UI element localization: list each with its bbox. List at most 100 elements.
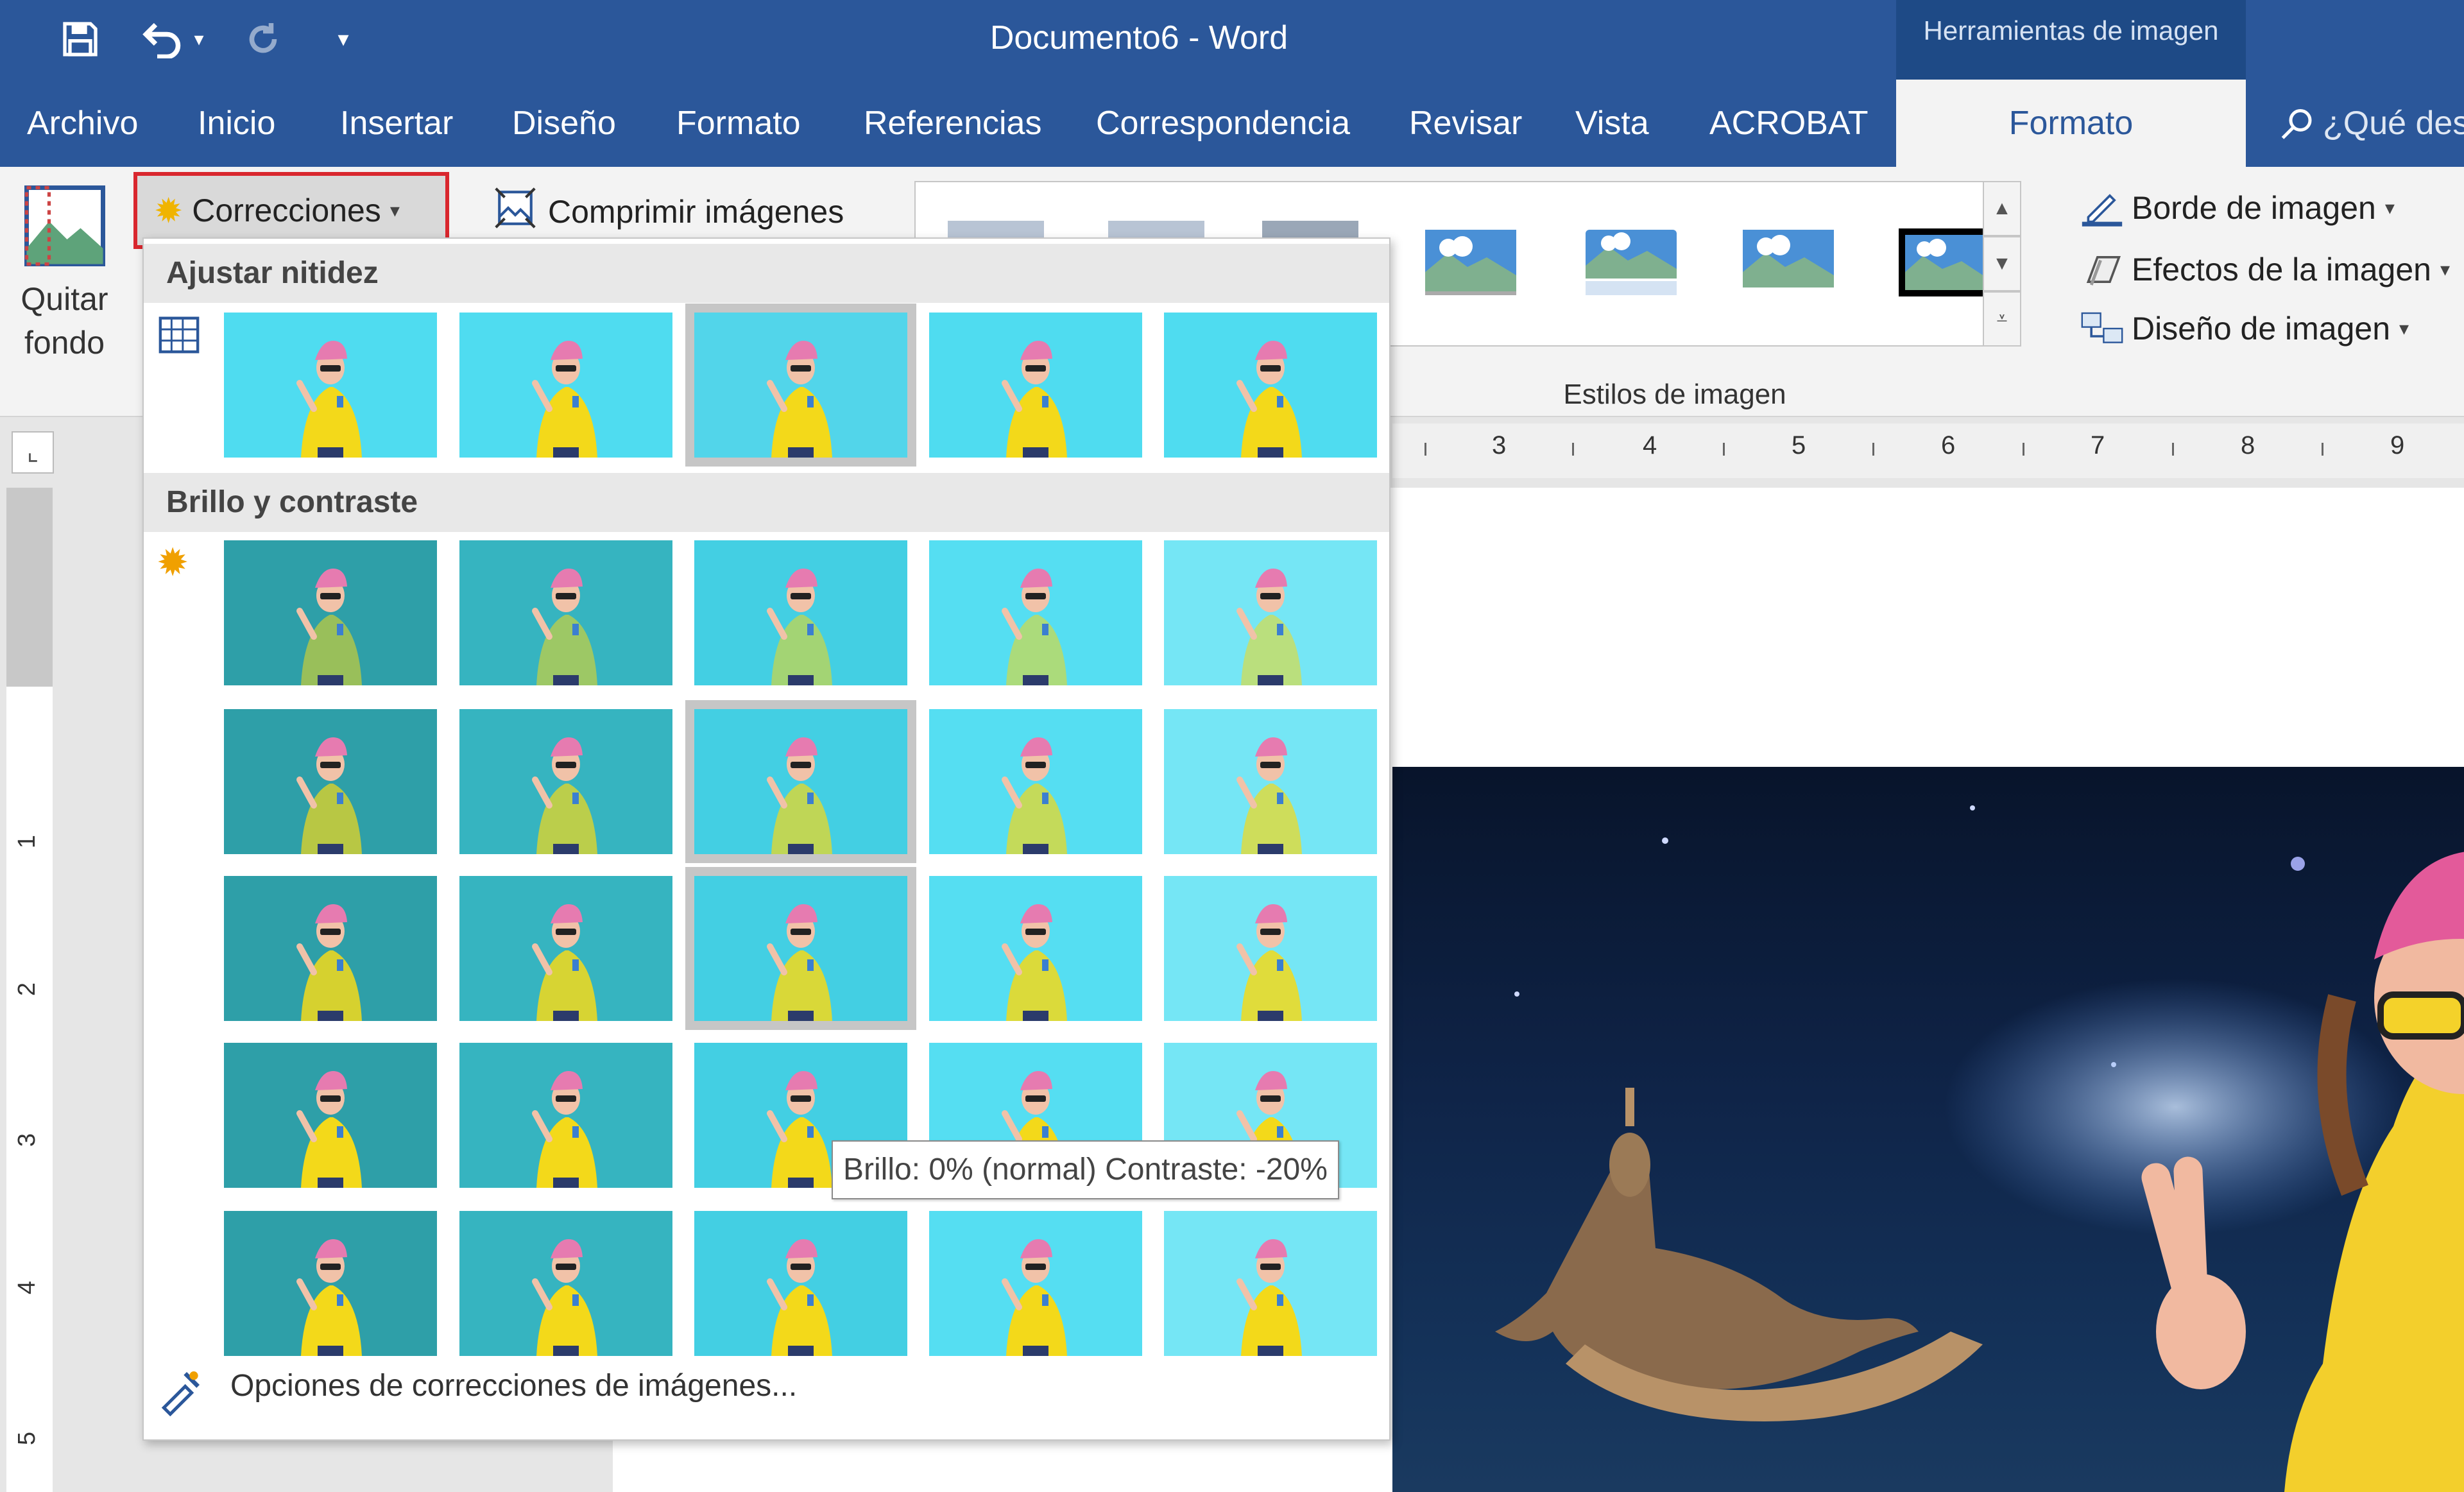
- correction-preset-thumb[interactable]: [224, 876, 437, 1021]
- correction-preset-thumb[interactable]: [224, 1211, 437, 1356]
- correction-preset-thumb[interactable]: [694, 540, 907, 685]
- layout-icon: [2079, 309, 2125, 348]
- correction-preset-thumb[interactable]: [459, 313, 672, 458]
- preset-preview-image: [694, 540, 907, 685]
- sun-icon: ✹: [154, 191, 184, 230]
- ruler-number: 6: [1941, 431, 1956, 459]
- correction-preset-thumb[interactable]: [459, 709, 672, 854]
- correction-preset-thumb[interactable]: [685, 304, 916, 467]
- vertical-ruler-margin: [6, 488, 53, 687]
- correction-preset-thumb[interactable]: [224, 709, 437, 854]
- correction-preset-thumb[interactable]: [459, 1043, 672, 1188]
- search-icon: [2278, 80, 2323, 167]
- document-picture[interactable]: [1392, 767, 2464, 1492]
- correction-preset-thumb[interactable]: [929, 313, 1142, 458]
- correction-preset-thumb[interactable]: [929, 1211, 1142, 1356]
- tab-revisar[interactable]: Revisar: [1409, 80, 1522, 167]
- picture-layout-button[interactable]: Diseño de imagen ▾: [2079, 302, 2409, 356]
- preset-preview-image: [929, 1211, 1142, 1356]
- correction-preset-thumb[interactable]: [929, 540, 1142, 685]
- ruler-tick: [1723, 443, 1725, 456]
- ruler-tick: [2322, 443, 2323, 456]
- redo-icon[interactable]: [234, 10, 292, 68]
- tab-vista[interactable]: Vista: [1575, 80, 1649, 167]
- ribbon-tabs: Archivo Inicio Insertar Diseño Formato R…: [0, 80, 2464, 167]
- preset-preview-image: [1164, 313, 1377, 458]
- picture-style-thumb[interactable]: [1423, 227, 1519, 298]
- correction-preset-thumb[interactable]: [1164, 1211, 1377, 1356]
- undo-dropdown-icon[interactable]: ▾: [183, 10, 215, 68]
- tell-me-search[interactable]: ¿Qué desea hacer?: [2278, 80, 2464, 167]
- preset-preview-image: [1164, 876, 1377, 1021]
- customize-qat-icon[interactable]: ▾: [314, 10, 372, 68]
- compress-pictures-button[interactable]: Comprimir imágenes: [494, 180, 879, 244]
- remove-background-label-2: fondo: [24, 325, 105, 361]
- tab-formato[interactable]: Formato: [676, 80, 801, 167]
- tab-referencias[interactable]: Referencias: [864, 80, 1041, 167]
- ruler-number: 7: [2091, 431, 2105, 459]
- preset-preview-image: [459, 540, 672, 685]
- preset-preview-image: [1164, 709, 1377, 854]
- tab-inicio[interactable]: Inicio: [198, 80, 275, 167]
- picture-style-thumb[interactable]: [1897, 227, 1994, 298]
- preset-preview-image: [459, 709, 672, 854]
- gallery-scroll-down[interactable]: ▼: [1983, 236, 2021, 291]
- sharpen-section-header: Ajustar nitidez: [144, 244, 1389, 303]
- ruler-number: 5: [13, 1431, 41, 1446]
- correction-preset-thumb[interactable]: [224, 1043, 437, 1188]
- gallery-scroll-up[interactable]: ▲: [1983, 181, 2021, 236]
- preset-preview-image: [459, 313, 672, 458]
- correction-preset-thumb[interactable]: [1164, 709, 1377, 854]
- picture-corrections-options-link[interactable]: Opciones de correcciones de imágenes...: [230, 1368, 797, 1403]
- preset-preview-image: [694, 1211, 907, 1356]
- correction-preset-thumb[interactable]: [1164, 540, 1377, 685]
- correction-preset-thumb[interactable]: [1164, 313, 1377, 458]
- brightness-section-header: Brillo y contraste: [144, 473, 1389, 532]
- tab-correspondencia[interactable]: Correspondencia: [1096, 80, 1350, 167]
- corrections-label: Correcciones: [192, 193, 381, 228]
- remove-background-button[interactable]: Quitar fondo: [12, 181, 117, 373]
- ruler-number: 9: [2390, 431, 2405, 459]
- ruler-number: 5: [1792, 431, 1806, 459]
- save-icon[interactable]: [51, 10, 109, 68]
- compress-icon: [494, 187, 536, 237]
- correction-preset-thumb[interactable]: [459, 876, 672, 1021]
- picture-style-thumb[interactable]: [1740, 227, 1836, 298]
- preset-preview-image: [224, 1043, 437, 1188]
- tab-picture-format[interactable]: Formato: [1896, 80, 2246, 167]
- picture-style-thumb[interactable]: [1583, 227, 1679, 298]
- tab-selector[interactable]: ⌞: [12, 431, 54, 474]
- correction-preset-thumb[interactable]: [685, 700, 916, 863]
- remove-background-icon: [12, 181, 117, 277]
- preset-preview-image: [224, 540, 437, 685]
- tab-insertar[interactable]: Insertar: [340, 80, 453, 167]
- preset-preview-image: [224, 1211, 437, 1356]
- tab-archivo[interactable]: Archivo: [27, 80, 138, 167]
- ruler-tick: [1872, 443, 1874, 456]
- correction-preset-thumb[interactable]: [929, 876, 1142, 1021]
- correction-preset-thumb[interactable]: [224, 313, 437, 458]
- tab-diseno[interactable]: Diseño: [512, 80, 616, 167]
- document-title: Documento6 - Word: [989, 19, 1288, 56]
- horizontal-ruler: 3 4 5 6 7 8 9: [1392, 424, 2464, 478]
- tab-acrobat[interactable]: ACROBAT: [1709, 80, 1869, 167]
- preset-preview-image: [929, 540, 1142, 685]
- ruler-number: 4: [13, 1280, 41, 1295]
- correction-preset-thumb[interactable]: [929, 709, 1142, 854]
- effects-icon: [2079, 250, 2125, 289]
- context-group-title: Herramientas de imagen: [1896, 0, 2246, 80]
- correction-preset-thumb[interactable]: [685, 867, 916, 1030]
- picture-border-label: Borde de imagen: [2132, 190, 2376, 226]
- picture-effects-button[interactable]: Efectos de la imagen ▾: [2079, 243, 2450, 296]
- correction-preset-thumb[interactable]: [459, 540, 672, 685]
- correction-preset-thumb[interactable]: [459, 1211, 672, 1356]
- correction-preset-thumb[interactable]: [224, 540, 437, 685]
- preset-preview-image: [694, 876, 907, 1021]
- picture-border-button[interactable]: Borde de imagen ▾: [2079, 181, 2395, 235]
- ruler-number: 1: [13, 834, 41, 849]
- correction-preset-thumb[interactable]: [1164, 876, 1377, 1021]
- preset-preview-image: [459, 876, 672, 1021]
- correction-preset-thumb[interactable]: [694, 1211, 907, 1356]
- gallery-more-button[interactable]: ⩡: [1983, 291, 2021, 347]
- ruler-tick: [1572, 443, 1574, 456]
